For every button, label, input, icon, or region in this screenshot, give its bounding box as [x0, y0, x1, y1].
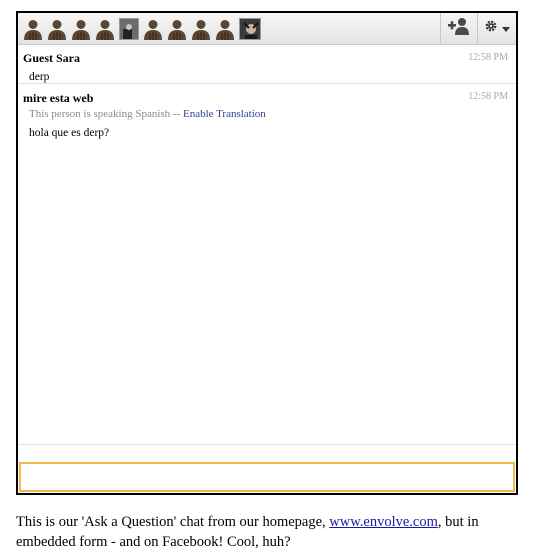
- user-photo-avatar[interactable]: [119, 18, 139, 40]
- participant-list: [21, 17, 263, 41]
- person-icon[interactable]: [213, 17, 237, 41]
- envolve-link[interactable]: www.envolve.com: [329, 514, 438, 530]
- gear-icon: [484, 19, 498, 38]
- message-sender: mire esta web: [23, 91, 94, 105]
- chat-input-area: [18, 444, 516, 493]
- chevron-down-icon: [502, 20, 510, 38]
- person-icon[interactable]: [141, 17, 165, 41]
- person-icon[interactable]: [45, 17, 69, 41]
- message-text: hola que es derp?: [29, 127, 110, 139]
- caption-text-start: This is our 'Ask a Question' chat from o…: [16, 514, 330, 530]
- add-user-icon: [447, 16, 471, 41]
- translation-note: This person is speaking Spanish -- Enabl…: [29, 108, 510, 121]
- message-text: derp: [29, 71, 50, 83]
- message-time: 12:58 PM: [468, 52, 508, 63]
- chat-toolbar: [18, 13, 516, 45]
- user-photo-avatar[interactable]: [239, 18, 261, 40]
- person-icon[interactable]: [165, 17, 189, 41]
- caption: This is our 'Ask a Question' chat from o…: [16, 512, 526, 552]
- chat-message: mire esta web 12:58 PM This person is sp…: [18, 84, 516, 146]
- settings-button[interactable]: [477, 13, 516, 44]
- person-icon[interactable]: [69, 17, 93, 41]
- add-user-button[interactable]: [440, 13, 477, 44]
- message-sender: Guest Sara: [23, 51, 80, 65]
- translation-note-text: This person is speaking Spanish --: [29, 108, 183, 120]
- person-icon[interactable]: [189, 17, 213, 41]
- chat-widget: Guest Sara 12:58 PM derp mire esta web 1…: [16, 11, 518, 495]
- message-list: Guest Sara 12:58 PM derp mire esta web 1…: [18, 45, 516, 445]
- person-icon[interactable]: [21, 17, 45, 41]
- chat-input[interactable]: [19, 462, 515, 492]
- enable-translation-link[interactable]: Enable Translation: [183, 108, 266, 120]
- message-time: 12:58 PM: [468, 91, 508, 102]
- chat-message: Guest Sara 12:58 PM derp: [18, 45, 516, 84]
- person-icon[interactable]: [93, 17, 117, 41]
